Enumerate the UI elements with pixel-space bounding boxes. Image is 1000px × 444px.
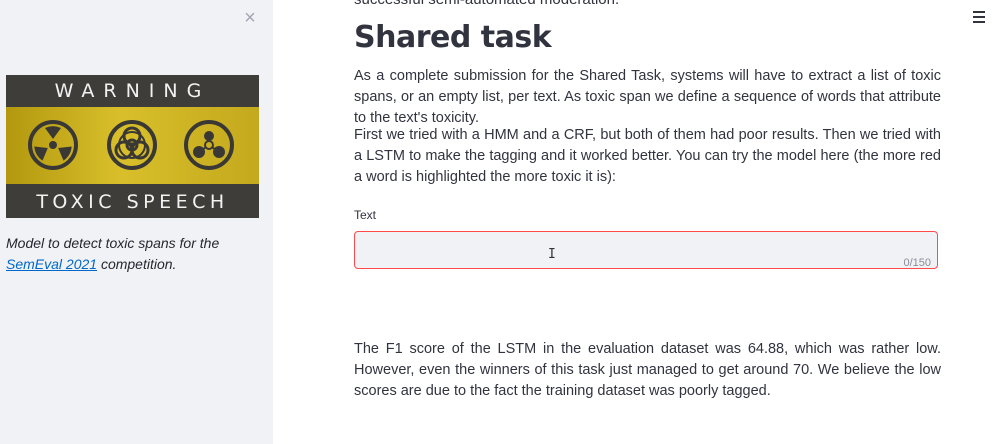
main-content: successful semi-automated moderation. Sh…	[273, 0, 1000, 444]
hamburger-menu-icon[interactable]	[973, 11, 987, 25]
radiation-icon	[28, 120, 78, 170]
sidebar-caption: Model to detect toxic spans for the SemE…	[6, 233, 256, 275]
banner-top-text: WARNING	[54, 80, 211, 102]
page-heading: Shared task	[354, 20, 552, 55]
biohazard-icon	[107, 120, 157, 170]
paragraph-results: The F1 score of the LSTM in the evaluati…	[354, 341, 941, 399]
banner-bottom-text: TOXIC SPEECH	[36, 191, 229, 213]
paragraph-models: First we tried with a HMM and a CRF, but…	[354, 127, 941, 185]
caption-prefix: Model to detect toxic spans for the	[6, 235, 220, 251]
sidebar: × WARNING TOXIC SPEECH Model to detect t…	[0, 0, 273, 444]
text-cursor-icon: I	[548, 247, 556, 262]
chemical-weapon-icon	[184, 120, 234, 170]
warning-toxic-speech-banner: WARNING TOXIC SPEECH	[6, 75, 259, 218]
scrolled-text-fragment: successful semi-automated moderation.	[354, 0, 619, 8]
caption-suffix: competition.	[97, 256, 177, 272]
hazard-icons	[28, 120, 234, 170]
char-counter: 0/150	[903, 257, 931, 269]
semeval-link[interactable]: SemEval 2021	[6, 256, 97, 272]
paragraph-shared-task: As a complete submission for the Shared …	[354, 68, 941, 126]
close-icon[interactable]: ×	[241, 8, 259, 28]
text-input-label: Text	[354, 208, 377, 222]
text-input[interactable]: 0/150	[354, 231, 938, 269]
